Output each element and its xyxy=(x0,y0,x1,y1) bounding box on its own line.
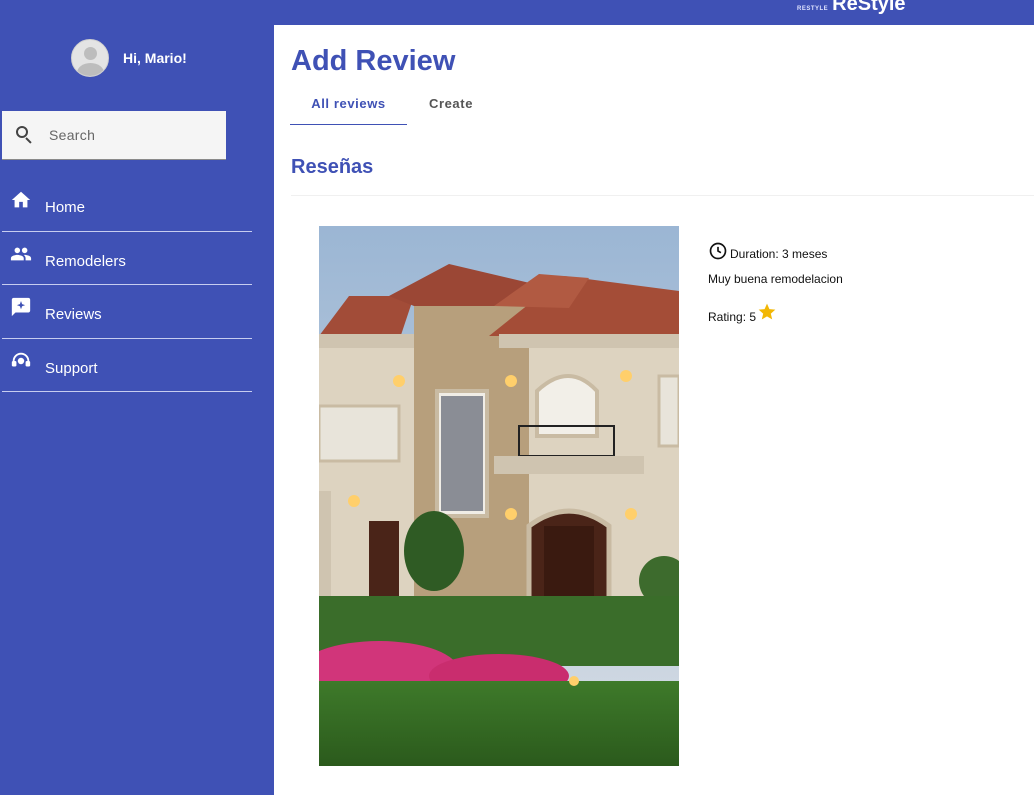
sidebar-item-label: Reviews xyxy=(45,306,102,323)
sidebar-item-label: Home xyxy=(45,199,86,216)
sidebar-nav: Home Remodelers Reviews Support xyxy=(2,178,252,392)
duration-row: Duration: 3 meses xyxy=(708,237,843,261)
search-box[interactable] xyxy=(2,111,226,160)
search-input[interactable] xyxy=(49,127,209,143)
brand-logo[interactable]: RESTYLE ReStyle xyxy=(797,0,906,14)
support-icon xyxy=(11,352,31,366)
star-icon xyxy=(758,303,776,320)
people-icon xyxy=(10,247,32,260)
sidebar-item-home[interactable]: Home xyxy=(2,178,252,232)
brand-name: ReStyle xyxy=(832,0,906,15)
home-icon xyxy=(11,191,31,208)
review-details: Duration: 3 meses Muy buena remodelacion… xyxy=(708,237,843,324)
clock-icon xyxy=(709,242,727,260)
house-photo xyxy=(319,226,679,766)
review-duration: Duration: 3 meses xyxy=(730,247,828,261)
tab-create[interactable]: Create xyxy=(407,88,495,125)
review-rating: Rating: 5 xyxy=(708,310,757,324)
top-app-bar: RESTYLE ReStyle xyxy=(0,0,1034,25)
sidebar-item-reviews[interactable]: Reviews xyxy=(2,285,252,339)
sidebar-item-label: Support xyxy=(45,359,98,377)
review-description: Muy buena remodelacion xyxy=(708,272,843,286)
section-title: Reseñas xyxy=(291,156,374,178)
user-profile[interactable]: Hi, Mario! xyxy=(71,39,187,77)
tab-bar: All reviews Create xyxy=(290,88,495,125)
page-title: Add Review xyxy=(291,45,456,77)
sidebar-item-remodelers[interactable]: Remodelers xyxy=(2,232,252,285)
review-icon xyxy=(11,297,31,317)
tab-all-reviews[interactable]: All reviews xyxy=(290,88,407,125)
main-content: Add Review All reviews Create Reseñas Du… xyxy=(274,25,1034,795)
sidebar: Hi, Mario! Home Remodelers Reviews Suppo… xyxy=(0,25,274,795)
divider xyxy=(291,195,1034,196)
sidebar-item-support[interactable]: Support xyxy=(2,339,252,392)
user-greeting: Hi, Mario! xyxy=(123,50,187,66)
sidebar-item-label: Remodelers xyxy=(45,252,126,270)
search-icon xyxy=(16,126,34,144)
avatar xyxy=(71,39,109,77)
brand-tagline: RESTYLE xyxy=(797,6,829,12)
rating-row: Rating: 5 xyxy=(708,302,843,324)
